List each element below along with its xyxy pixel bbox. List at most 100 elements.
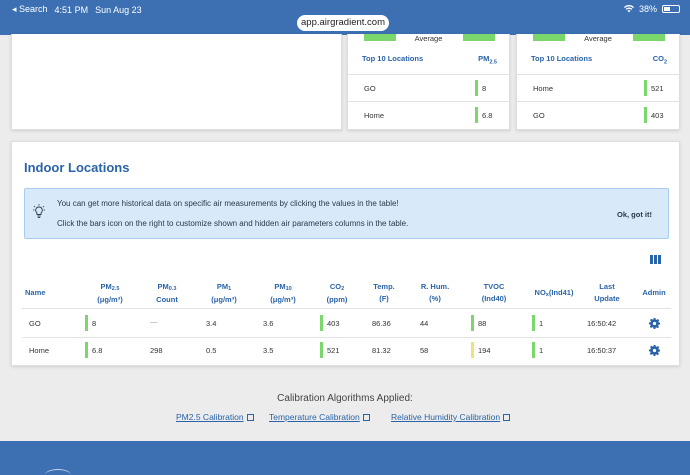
pm25-calibration-link[interactable]: PM2.5 Calibration [176,412,254,422]
col-header-temp[interactable]: Temp. (F) [366,281,402,305]
col-header-tvoc[interactable]: TVOC (Ind40) [474,281,514,305]
value-indicator [475,80,478,96]
gear-icon[interactable] [649,318,660,329]
cell-temp[interactable]: 81.32 [372,346,391,355]
cell-pm25[interactable]: 6.8 [92,346,102,355]
cell-pm10[interactable]: 3.6 [263,319,273,328]
top10-value[interactable]: 6.8 [482,111,492,120]
cell-rel-humidity[interactable]: 44 [420,319,428,328]
wifi-icon [623,5,634,13]
cell-co2[interactable]: 521 [327,346,340,355]
col-header-rel-humidity[interactable]: R. Hum. (%) [415,281,455,305]
info-alert: You can get more historical data on spec… [24,188,669,239]
top10-param-heading: CO2 [652,54,667,66]
status-time: 4:51 PM [54,4,89,15]
external-link-icon [362,414,370,422]
value-indicator [475,107,478,123]
calibration-title: Calibration Algorithms Applied: [277,393,413,404]
top10-row[interactable]: GO 8 [348,74,509,100]
col-header-name: Name [25,288,46,297]
top10-param-heading: PM2.5 [478,54,497,66]
cell-location-name[interactable]: Home [29,346,49,355]
col-header-pm25[interactable]: PM2.5 (μg/m³) [90,281,130,306]
top10-location: GO [364,84,376,93]
cell-pm1[interactable]: 0.5 [206,346,216,355]
nox-indicator [532,315,535,331]
summary-card [11,34,342,130]
status-right: 38% [623,4,680,14]
cell-pm10[interactable]: 3.5 [263,346,273,355]
value-indicator [644,107,647,123]
top10-row[interactable]: GO 403 [517,101,679,127]
cell-pm03[interactable]: 298 [150,346,163,355]
nox-indicator [532,342,535,358]
cell-tvoc[interactable]: 88 [478,319,486,328]
cell-co2[interactable]: 403 [327,319,340,328]
top10-header: Top 10 Locations PM2.5 [362,54,497,66]
status-bar: ◂ Search 4:51 PM Sun Aug 23 38% app.airg… [0,0,690,35]
col-header-pm03[interactable]: PM0.3 Count [149,281,185,306]
top10-header: Top 10 Locations CO2 [531,54,667,66]
cell-pm1[interactable]: 3.4 [206,319,216,328]
cell-last-update: 16:50:42 [587,319,617,328]
top10-location: Home [364,111,385,120]
average-bar-right [463,34,495,41]
col-header-last-update[interactable]: Last Update [587,281,627,305]
address-bar[interactable]: app.airgradient.com [297,15,389,31]
battery-percent: 38% [638,4,657,14]
table-divider [22,308,671,309]
status-left: ◂ Search 4:51 PM Sun Aug 23 [12,4,142,15]
average-bar-right [633,34,665,41]
status-date: Sun Aug 23 [95,4,142,15]
co2-indicator [320,342,323,358]
battery-icon [662,5,680,13]
dismiss-alert-button[interactable]: Ok, got it! [617,210,652,219]
cell-temp[interactable]: 86.36 [372,319,391,328]
tvoc-indicator [471,315,474,331]
cell-last-update: 16:50:37 [587,346,617,355]
external-link-icon [503,414,511,422]
col-header-admin: Admin [642,288,666,297]
co2-indicator [320,315,323,331]
top10-value[interactable]: 8 [482,84,486,93]
pm25-indicator [85,315,88,331]
external-link-icon [246,414,254,422]
cell-tvoc[interactable]: 194 [478,346,491,355]
pm25-top10-card: Average Top 10 Locations PM2.5 GO 8 Home… [347,34,510,130]
tvoc-indicator [471,342,474,358]
value-indicator [644,80,647,96]
gear-icon[interactable] [649,345,660,356]
cell-nox[interactable]: 1 [539,319,543,328]
pm25-indicator [85,342,88,358]
humidity-calibration-link[interactable]: Relative Humidity Calibration [391,412,511,422]
table-divider [22,337,671,338]
cell-pm25[interactable]: 8 [92,319,96,328]
average-row: Average [517,34,679,48]
top10-value[interactable]: 403 [651,111,664,120]
top10-location: Home [533,84,554,93]
cell-location-name[interactable]: GO [29,319,41,328]
col-header-nox[interactable]: NOx(Ind41) [530,287,578,300]
footer-band [0,441,690,475]
top10-value[interactable]: 521 [651,84,664,93]
top10-locations-heading: Top 10 Locations [531,54,593,63]
col-header-co2[interactable]: CO2 (ppm) [319,281,355,306]
top10-row[interactable]: Home 521 [517,74,679,100]
cell-pm03[interactable]: — [150,317,158,326]
col-header-pm10[interactable]: PM10 (μg/m³) [263,281,303,306]
indoor-locations-card: Indoor Locations You can get more histor… [11,141,680,366]
temperature-calibration-link[interactable]: Temperature Calibration [269,412,370,422]
indoor-locations-title: Indoor Locations [24,160,130,175]
top10-location: GO [533,111,545,120]
top10-row[interactable]: Home 6.8 [348,101,509,127]
alert-text-line2: Click the bars icon on the right to cust… [57,219,409,228]
columns-bars-icon[interactable] [650,255,661,264]
col-header-pm1[interactable]: PM1 (μg/m³) [204,281,244,306]
average-row: Average [348,34,509,48]
back-to-search-link[interactable]: ◂ Search [12,4,48,15]
cell-rel-humidity[interactable]: 58 [420,346,428,355]
co2-top10-card: Average Top 10 Locations CO2 Home 521 GO… [516,34,680,130]
lightbulb-icon [33,204,45,218]
alert-text-line1: You can get more historical data on spec… [57,199,399,208]
cell-nox[interactable]: 1 [539,346,543,355]
